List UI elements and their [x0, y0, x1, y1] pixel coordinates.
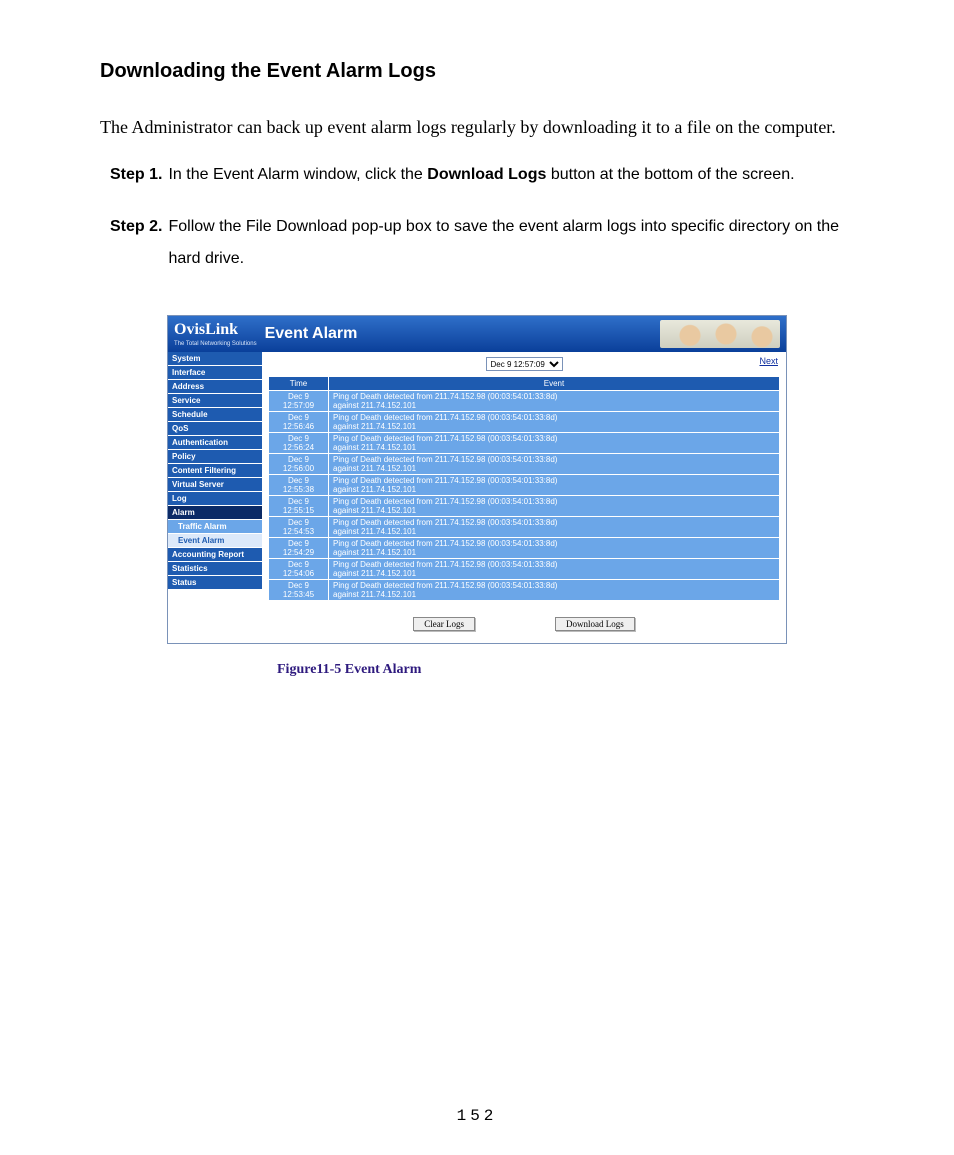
- clear-logs-button[interactable]: Clear Logs: [413, 617, 475, 631]
- nav-authentication[interactable]: Authentication: [168, 436, 262, 450]
- brand-block: OvisLink The Total Networking Solutions: [174, 321, 257, 347]
- time-cell: Dec 912:55:15: [269, 496, 329, 517]
- app-header: OvisLink The Total Networking Solutions …: [168, 316, 786, 352]
- section-heading: Downloading the Event Alarm Logs: [100, 60, 854, 83]
- event-cell: Ping of Death detected from 211.74.152.9…: [329, 391, 780, 412]
- nav-address[interactable]: Address: [168, 380, 262, 394]
- table-row: Dec 912:55:15Ping of Death detected from…: [269, 496, 780, 517]
- log-table: Time Event Dec 912:57:09Ping of Death de…: [268, 376, 780, 601]
- download-logs-button[interactable]: Download Logs: [555, 617, 635, 631]
- table-row: Dec 912:56:46Ping of Death detected from…: [269, 412, 780, 433]
- event-cell: Ping of Death detected from 211.74.152.9…: [329, 454, 780, 475]
- toolbar: Dec 9 12:57:09 Next: [268, 356, 780, 372]
- brand-logo-text: OvisLink: [174, 321, 238, 338]
- intro-paragraph: The Administrator can back up event alar…: [100, 109, 854, 145]
- step-2-label: Step 2.: [110, 211, 162, 275]
- main-panel: Dec 9 12:57:09 Next Time Event Dec 912:5…: [262, 352, 786, 643]
- table-row: Dec 912:56:00Ping of Death detected from…: [269, 454, 780, 475]
- time-selector[interactable]: Dec 9 12:57:09: [486, 357, 563, 371]
- nav-log[interactable]: Log: [168, 492, 262, 506]
- button-row: Clear Logs Download Logs: [268, 617, 780, 631]
- time-cell: Dec 912:57:09: [269, 391, 329, 412]
- header-photo: [660, 320, 780, 348]
- step-2: Step 2. Follow the File Download pop-up …: [110, 211, 854, 275]
- time-cell: Dec 912:55:38: [269, 475, 329, 496]
- nav-qos[interactable]: QoS: [168, 422, 262, 436]
- nav-accounting-report[interactable]: Accounting Report: [168, 548, 262, 562]
- nav-virtual-server[interactable]: Virtual Server: [168, 478, 262, 492]
- table-row: Dec 912:54:53Ping of Death detected from…: [269, 517, 780, 538]
- time-cell: Dec 912:56:46: [269, 412, 329, 433]
- time-cell: Dec 912:54:06: [269, 559, 329, 580]
- col-time: Time: [269, 377, 329, 391]
- event-alarm-app: OvisLink The Total Networking Solutions …: [167, 315, 787, 644]
- figure-caption: Figure11-5 Event Alarm: [277, 662, 787, 678]
- nav-statistics[interactable]: Statistics: [168, 562, 262, 576]
- time-cell: Dec 912:54:29: [269, 538, 329, 559]
- col-event: Event: [329, 377, 780, 391]
- step-1-label: Step 1.: [110, 159, 162, 191]
- step-1-text-a: In the Event Alarm window, click the: [168, 166, 427, 183]
- event-cell: Ping of Death detected from 211.74.152.9…: [329, 538, 780, 559]
- table-row: Dec 912:56:24Ping of Death detected from…: [269, 433, 780, 454]
- step-1-bold: Download Logs: [427, 166, 546, 183]
- nav-schedule[interactable]: Schedule: [168, 408, 262, 422]
- nav-policy[interactable]: Policy: [168, 450, 262, 464]
- table-row: Dec 912:54:29Ping of Death detected from…: [269, 538, 780, 559]
- nav-traffic-alarm[interactable]: Traffic Alarm: [168, 520, 262, 534]
- step-1: Step 1. In the Event Alarm window, click…: [110, 159, 854, 191]
- table-row: Dec 912:55:38Ping of Death detected from…: [269, 475, 780, 496]
- event-cell: Ping of Death detected from 211.74.152.9…: [329, 433, 780, 454]
- sidebar: System Interface Address Service Schedul…: [168, 352, 262, 643]
- nav-alarm[interactable]: Alarm: [168, 506, 262, 520]
- nav-status[interactable]: Status: [168, 576, 262, 590]
- page-title: Event Alarm: [265, 325, 358, 343]
- step-1-text: In the Event Alarm window, click the Dow…: [168, 159, 794, 191]
- nav-event-alarm[interactable]: Event Alarm: [168, 534, 262, 548]
- step-1-text-b: button at the bottom of the screen.: [546, 166, 794, 183]
- table-row: Dec 912:54:06Ping of Death detected from…: [269, 559, 780, 580]
- nav-service[interactable]: Service: [168, 394, 262, 408]
- event-cell: Ping of Death detected from 211.74.152.9…: [329, 559, 780, 580]
- step-2-text: Follow the File Download pop-up box to s…: [168, 211, 854, 275]
- next-link[interactable]: Next: [759, 356, 778, 366]
- time-cell: Dec 912:54:53: [269, 517, 329, 538]
- time-cell: Dec 912:56:24: [269, 433, 329, 454]
- brand-tagline: The Total Networking Solutions: [174, 341, 257, 347]
- event-cell: Ping of Death detected from 211.74.152.9…: [329, 517, 780, 538]
- time-cell: Dec 912:56:00: [269, 454, 329, 475]
- event-cell: Ping of Death detected from 211.74.152.9…: [329, 580, 780, 601]
- event-cell: Ping of Death detected from 211.74.152.9…: [329, 412, 780, 433]
- table-row: Dec 912:53:45Ping of Death detected from…: [269, 580, 780, 601]
- event-cell: Ping of Death detected from 211.74.152.9…: [329, 475, 780, 496]
- nav-system[interactable]: System: [168, 352, 262, 366]
- nav-interface[interactable]: Interface: [168, 366, 262, 380]
- nav-content-filtering[interactable]: Content Filtering: [168, 464, 262, 478]
- page-number: 152: [0, 1107, 954, 1125]
- table-row: Dec 912:57:09Ping of Death detected from…: [269, 391, 780, 412]
- time-cell: Dec 912:53:45: [269, 580, 329, 601]
- event-cell: Ping of Death detected from 211.74.152.9…: [329, 496, 780, 517]
